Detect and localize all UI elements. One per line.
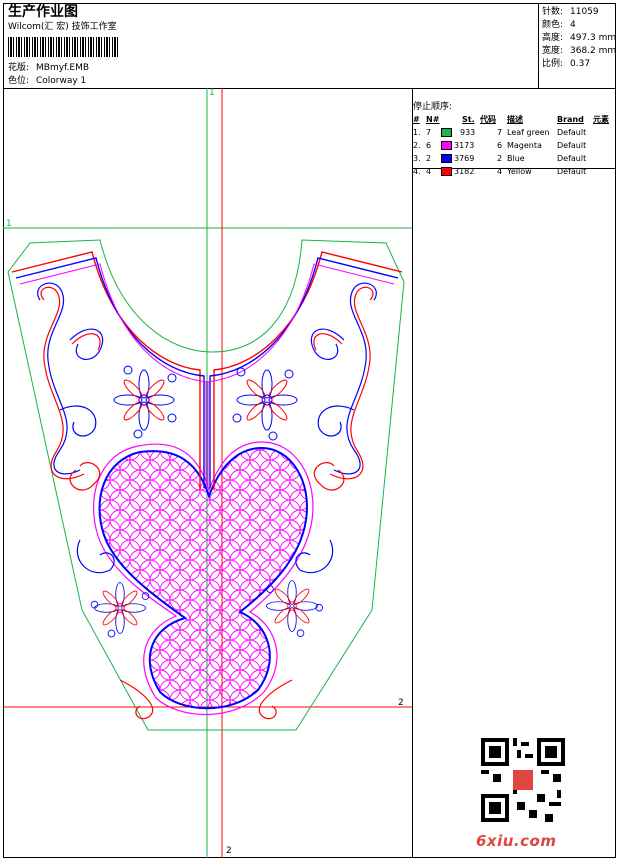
flower-top-left [113, 365, 177, 439]
guide-label-v2: 2 [226, 846, 232, 856]
guide-label-h1: 1 [6, 219, 12, 229]
watermark-text: 6xiu.com [476, 832, 557, 850]
embroidery-canvas [3, 88, 412, 858]
guide-label-v1: 1 [209, 88, 215, 98]
flower-top-right [232, 367, 298, 441]
qr-code-icon [481, 738, 565, 822]
guide-label-h2: 2 [398, 698, 404, 708]
